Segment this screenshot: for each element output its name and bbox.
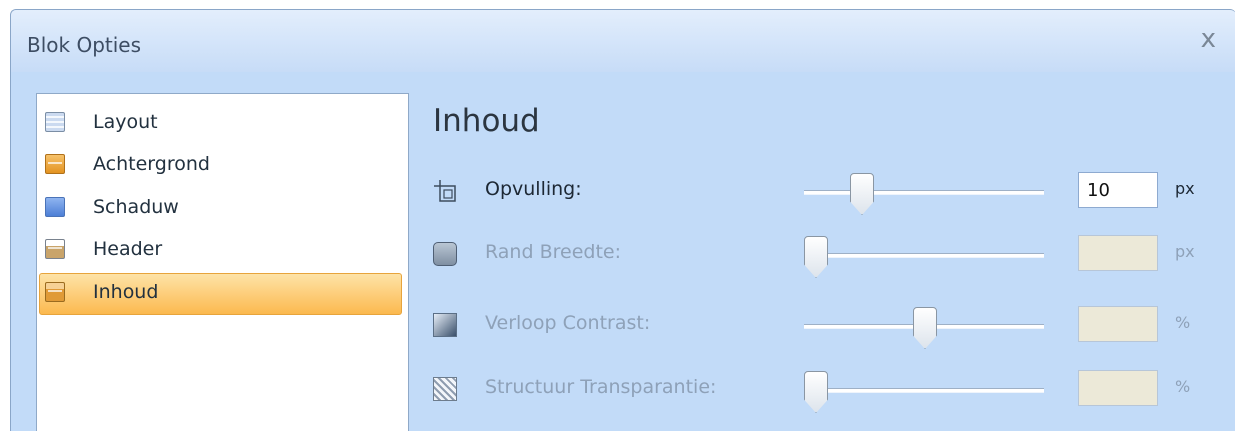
panel-title: Inhoud (433, 103, 540, 139)
slider-thumb[interactable] (804, 236, 828, 278)
verloop-contrast-label: Verloop Contrast: (485, 312, 651, 334)
nav-item-inhoud[interactable]: Inhoud (39, 273, 402, 315)
nav-item-label: Inhoud (93, 281, 159, 303)
slider-track (804, 190, 1044, 195)
nav-item-label: Achtergrond (93, 153, 210, 175)
rand-breedte-slider[interactable] (804, 236, 1044, 284)
verloop-contrast-slider[interactable] (804, 307, 1044, 355)
setting-row-structuur-transparantie: Structuur Transparantie: % (431, 370, 1231, 421)
nav-item-layout[interactable]: Layout (39, 103, 402, 145)
verloop-contrast-unit: % (1175, 313, 1191, 332)
slider-thumb[interactable] (850, 173, 874, 215)
structuur-transparantie-icon (433, 377, 457, 401)
structuur-transparantie-slider[interactable] (804, 371, 1044, 419)
opvulling-slider[interactable] (804, 173, 1044, 221)
blok-opties-dialog: Blok Opties x Layout Achtergrond Schaduw… (10, 9, 1235, 431)
nav-item-schaduw[interactable]: Schaduw (39, 188, 402, 230)
structuur-transparantie-input[interactable] (1078, 370, 1158, 406)
schaduw-icon (45, 197, 65, 217)
nav-item-label: Header (93, 238, 163, 260)
verloop-contrast-icon (433, 313, 457, 337)
slider-track (804, 253, 1044, 258)
opvulling-input[interactable] (1078, 172, 1158, 208)
setting-row-opvulling: Opvulling: px (431, 172, 1231, 223)
structuur-transparantie-label: Structuur Transparantie: (485, 376, 717, 398)
rand-breedte-input[interactable] (1078, 235, 1158, 271)
nav-item-label: Layout (93, 111, 158, 133)
verloop-contrast-input[interactable] (1078, 306, 1158, 342)
nav-item-label: Schaduw (93, 196, 179, 218)
opvulling-icon (433, 179, 457, 203)
nav-item-achtergrond[interactable]: Achtergrond (39, 145, 402, 187)
structuur-transparantie-unit: % (1175, 377, 1191, 396)
nav-item-header[interactable]: Header (39, 230, 402, 272)
inhoud-icon (45, 282, 65, 302)
achtergrond-icon (45, 154, 65, 174)
rand-breedte-unit: px (1175, 242, 1195, 261)
title-bar[interactable]: Blok Opties x (11, 10, 1235, 72)
setting-row-verloop-contrast: Verloop Contrast: % (431, 306, 1231, 357)
close-icon[interactable]: x (1201, 26, 1216, 52)
category-list: Layout Achtergrond Schaduw Header Inhoud (36, 93, 409, 431)
opvulling-label: Opvulling: (485, 178, 582, 200)
window-title: Blok Opties (27, 33, 142, 57)
setting-row-rand-breedte: Rand Breedte: px (431, 235, 1231, 286)
header-icon (45, 239, 65, 259)
slider-track (804, 388, 1044, 393)
rand-breedte-icon (433, 242, 457, 266)
slider-thumb[interactable] (804, 371, 828, 413)
slider-thumb[interactable] (913, 307, 937, 349)
rand-breedte-label: Rand Breedte: (485, 241, 621, 263)
opvulling-unit: px (1175, 179, 1195, 198)
layout-icon (45, 112, 65, 132)
